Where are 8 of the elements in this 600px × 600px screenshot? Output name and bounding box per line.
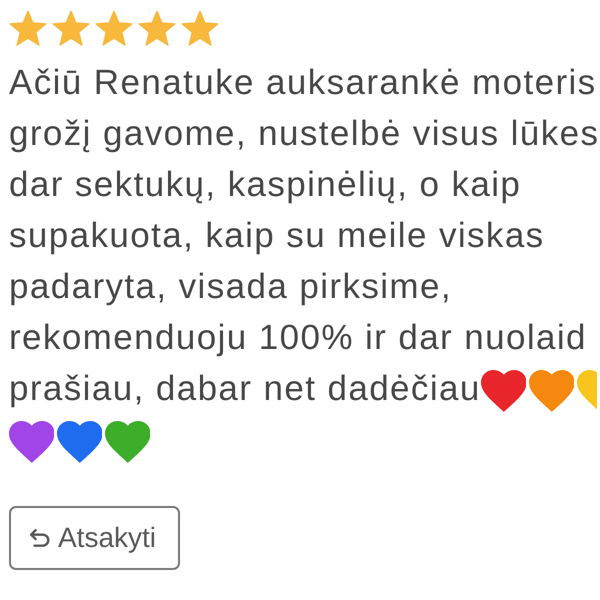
reply-arrow-icon [29, 528, 51, 548]
review-text: Ačiū Renatuke auksarankė moteris grožį gavome, nustelbė visus lūkes dar sektukų, kaspinėlių, o kaip supakuota, kaip su meile viskas padaryta, visada pirksime, rekomenduoju 100% ir dar nuolaid prašiau, dabar net dadėčiau [9, 57, 600, 465]
star-icon [138, 11, 176, 47]
star-icon [9, 11, 47, 47]
reply-button[interactable]: Atsakyti [9, 506, 180, 570]
star-icon [181, 11, 219, 47]
star-icon [52, 11, 90, 47]
star-icon [95, 11, 133, 47]
